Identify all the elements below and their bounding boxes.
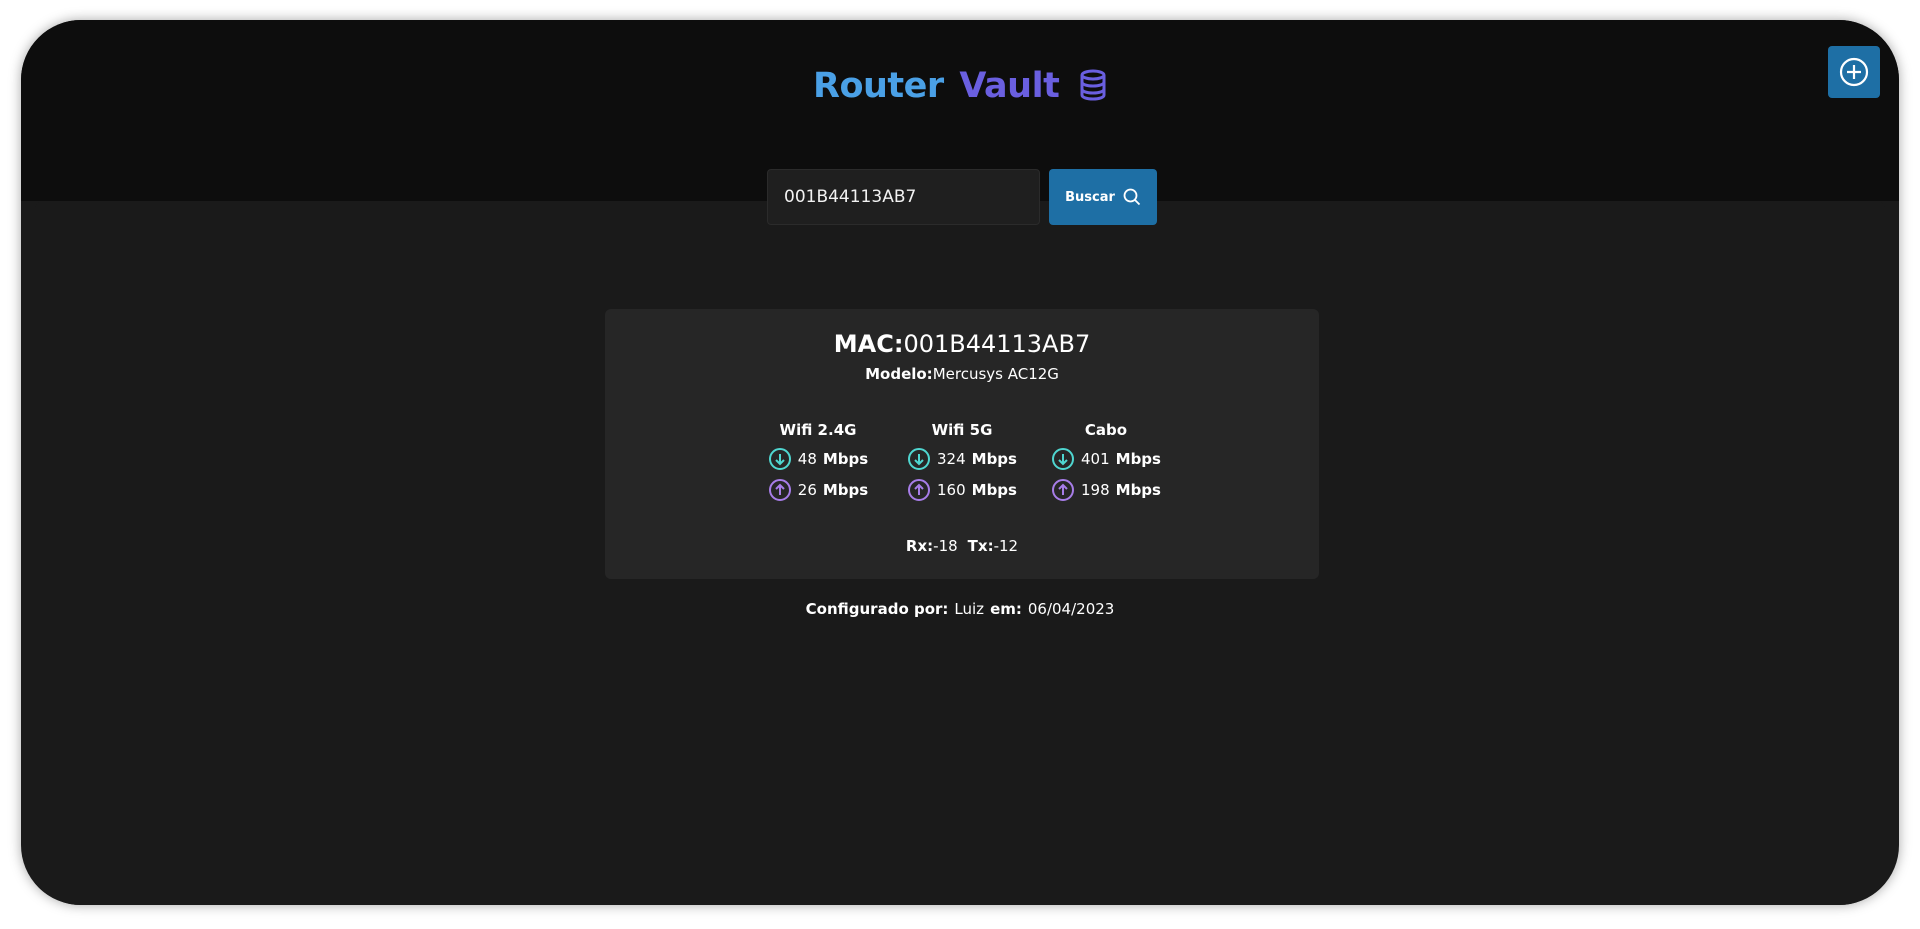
download-unit: Mbps	[822, 450, 869, 468]
upload-row: 198 Mbps	[1034, 478, 1178, 502]
download-value: 401	[1081, 450, 1110, 468]
configured-date-value: 06/04/2023	[1027, 600, 1115, 618]
search-input[interactable]	[767, 169, 1040, 225]
download-row: 324 Mbps	[890, 447, 1034, 471]
download-row: 401 Mbps	[1034, 447, 1178, 471]
tx-label: Tx:	[967, 537, 994, 555]
download-unit: Mbps	[971, 450, 1017, 468]
signal-line: Rx:-18 Tx:-12	[605, 537, 1319, 555]
download-arrow-icon	[1052, 448, 1074, 470]
upload-value: 26	[797, 481, 817, 499]
search-bar: Buscar	[767, 169, 1157, 225]
download-arrow-icon	[908, 448, 930, 470]
upload-value: 198	[1081, 481, 1110, 499]
add-router-button[interactable]	[1828, 46, 1880, 98]
search-icon	[1123, 188, 1141, 206]
router-card: MAC:001B44113AB7 Modelo:Mercusys AC12G W…	[605, 309, 1319, 579]
configured-by-value: Luiz	[954, 600, 985, 618]
download-value: 324	[937, 450, 966, 468]
speed-col-title: Wifi 2.4G	[779, 421, 857, 439]
speed-col-cabo: Cabo 401 Mbps 198 Mbps	[1034, 421, 1178, 509]
modelo-label: Modelo:	[865, 365, 933, 383]
database-icon	[1079, 69, 1107, 110]
upload-arrow-icon	[1052, 479, 1074, 501]
mac-value: 001B44113AB7	[903, 330, 1091, 358]
rx-value: -18	[933, 537, 958, 555]
download-unit: Mbps	[1115, 450, 1161, 468]
rx-label: Rx:	[905, 537, 934, 555]
upload-arrow-icon	[908, 479, 930, 501]
upload-value: 160	[937, 481, 966, 499]
mac-label: MAC:	[833, 330, 904, 358]
configured-date-label: em:	[990, 600, 1022, 618]
speed-col-wifi24: Wifi 2.4G 48 Mbps 26 Mbps	[746, 421, 890, 509]
search-button[interactable]: Buscar	[1049, 169, 1157, 225]
modelo-line: Modelo:Mercusys AC12G	[605, 365, 1319, 383]
app-title-vault: Vault	[959, 66, 1060, 106]
app-title: Router Vault	[21, 66, 1899, 110]
upload-unit: Mbps	[822, 481, 869, 499]
download-row: 48 Mbps	[746, 447, 890, 471]
upload-arrow-icon	[768, 479, 791, 501]
mac-line: MAC:001B44113AB7	[605, 330, 1319, 358]
speed-col-title: Cabo	[1084, 421, 1128, 439]
config-line: Configurado por: Luiz em: 06/04/2023	[21, 600, 1899, 618]
tx-value: -12	[993, 537, 1019, 555]
configured-by-label: Configurado por:	[805, 600, 949, 618]
upload-row: 160 Mbps	[890, 478, 1034, 502]
search-button-label: Buscar	[1065, 189, 1115, 205]
download-value: 48	[797, 450, 817, 468]
download-arrow-icon	[768, 448, 791, 470]
upload-row: 26 Mbps	[746, 478, 890, 502]
plus-circle-icon	[1839, 57, 1869, 87]
speed-table: Wifi 2.4G 48 Mbps 26 Mbps Wifi 5G 324 Mb…	[605, 421, 1319, 509]
upload-unit: Mbps	[971, 481, 1017, 499]
app-title-router: Router	[813, 66, 944, 106]
speed-col-wifi5: Wifi 5G 324 Mbps 160 Mbps	[890, 421, 1034, 509]
speed-col-title: Wifi 5G	[931, 421, 993, 439]
upload-unit: Mbps	[1115, 481, 1161, 499]
modelo-value: Mercusys AC12G	[932, 365, 1059, 383]
app-window: Router Vault Buscar	[21, 20, 1899, 905]
